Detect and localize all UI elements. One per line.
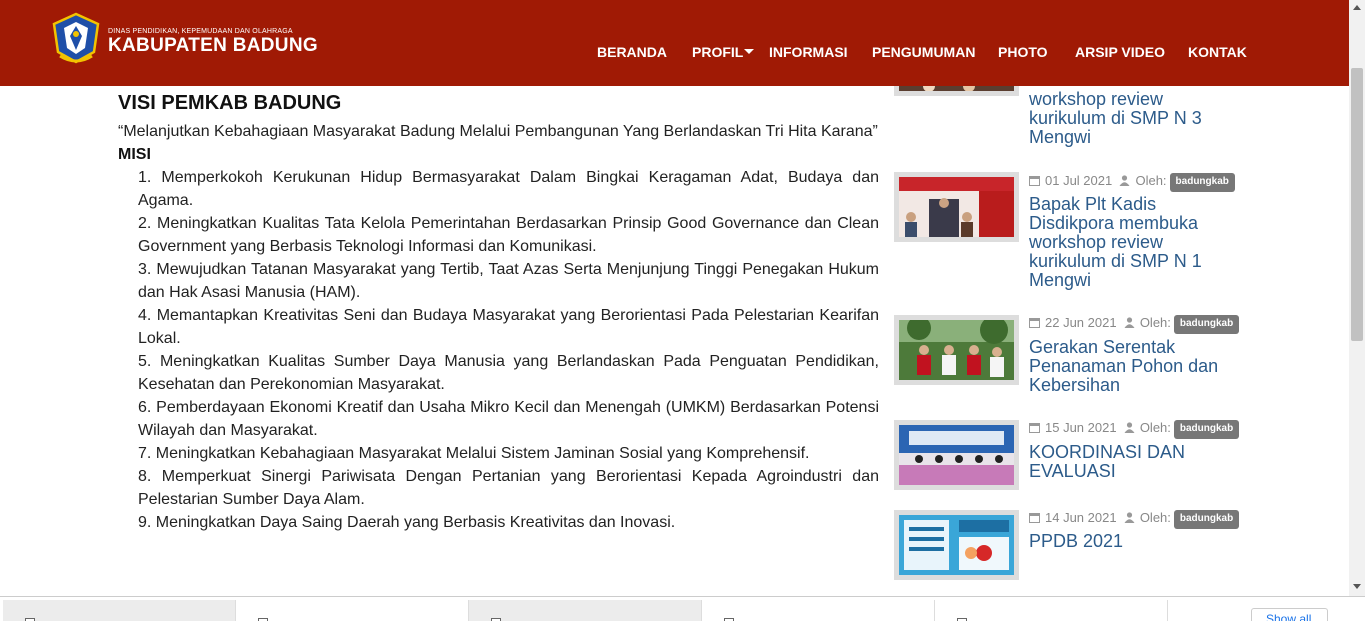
- user-icon: [1124, 317, 1135, 328]
- misi-item: 1. Memperkokoh Kerukunan Hidup Bermasyar…: [138, 169, 879, 209]
- author-badge[interactable]: badungkab: [1173, 315, 1240, 334]
- post-author-label: Oleh:: [1139, 510, 1171, 525]
- author-badge[interactable]: badungkab: [1173, 420, 1240, 439]
- post-meta: 15 Jun 2021 Oleh: badungkab: [1029, 420, 1240, 439]
- browser-viewport: DINAS PENDIDIKAN, KEPEMUDAAN DAN OLAHRAG…: [0, 0, 1365, 621]
- user-icon: [1119, 175, 1130, 186]
- misi-heading: MISI: [118, 146, 151, 163]
- misi-list: 1. Memperkokoh Kerukunan Hidup Bermasyar…: [118, 166, 879, 534]
- misi-item: 5. Meningkatkan Kualitas Sumber Daya Man…: [138, 353, 879, 393]
- download-item[interactable]: [702, 600, 935, 621]
- nav-item-beranda[interactable]: BERANDA: [597, 44, 667, 60]
- nav-item-informasi[interactable]: INFORMASI: [769, 44, 848, 60]
- calendar-icon: [1029, 318, 1040, 328]
- post-meta: 22 Jun 2021 Oleh: badungkab: [1029, 315, 1240, 334]
- post-title-link[interactable]: Gerakan Serentak Penanaman Pohon dan Keb…: [1029, 338, 1244, 395]
- vertical-scrollbar[interactable]: [1349, 0, 1365, 596]
- post-title-link[interactable]: KOORDINASI DAN EVALUASI: [1029, 443, 1244, 481]
- scroll-up-arrow-icon[interactable]: [1353, 5, 1361, 10]
- post-title-link[interactable]: PPDB 2021: [1029, 532, 1244, 551]
- calendar-icon: [1029, 176, 1040, 186]
- main-nav: BERANDA PROFIL INFORMASI PENGUMUMAN PHOT…: [0, 44, 1349, 60]
- post-author-label: Oleh:: [1139, 315, 1171, 330]
- brand-subtitle: DINAS PENDIDIKAN, KEPEMUDAAN DAN OLAHRAG…: [108, 28, 293, 35]
- nav-item-kontak[interactable]: KONTAK: [1188, 44, 1247, 60]
- calendar-icon: [1029, 513, 1040, 523]
- post-author-label: Oleh:: [1139, 420, 1171, 435]
- downloads-bar: Show all: [0, 596, 1365, 621]
- post-thumbnail[interactable]: [894, 420, 1019, 490]
- author-badge[interactable]: badungkab: [1169, 173, 1235, 192]
- misi-item: 8. Memperkuat Sinergi Pariwisata Dengan …: [138, 468, 879, 508]
- nav-item-pengumuman[interactable]: PENGUMUMAN: [872, 44, 975, 60]
- post-date: 22 Jun 2021: [1045, 315, 1117, 330]
- misi-item: 6. Pemberdayaan Ekonomi Kreatif dan Usah…: [138, 399, 879, 439]
- user-icon: [1124, 512, 1135, 523]
- post-date: 15 Jun 2021: [1045, 420, 1117, 435]
- post-thumbnail[interactable]: [894, 510, 1019, 580]
- post-date: 01 Jul 2021: [1045, 173, 1113, 188]
- post-thumbnail[interactable]: [894, 315, 1019, 385]
- nav-item-arsip-video[interactable]: ARSIP VIDEO: [1075, 44, 1165, 60]
- show-all-downloads-button[interactable]: Show all: [1251, 608, 1328, 621]
- visi-text: “Melanjutkan Kebahagiaan Masyarakat Badu…: [118, 123, 878, 140]
- nav-item-profil[interactable]: PROFIL: [692, 44, 743, 60]
- misi-item: 2. Meningkatkan Kualitas Tata Kelola Pem…: [138, 215, 879, 255]
- user-icon: [1124, 422, 1135, 433]
- download-item[interactable]: [3, 600, 236, 621]
- misi-item: 3. Mewujudkan Tatanan Masyarakat yang Te…: [138, 261, 879, 301]
- site-header: DINAS PENDIDIKAN, KEPEMUDAAN DAN OLAHRAG…: [0, 0, 1349, 86]
- download-item[interactable]: [236, 600, 469, 621]
- misi-item: 4. Memantapkan Kreativitas Seni dan Buda…: [138, 307, 879, 347]
- chevron-down-icon[interactable]: [744, 49, 754, 54]
- post-title-link[interactable]: workshop review kurikulum di SMP N 3 Men…: [1029, 90, 1244, 147]
- download-item[interactable]: [469, 600, 702, 621]
- nav-item-photo[interactable]: PHOTO: [998, 44, 1048, 60]
- misi-item: 7. Meningkatkan Kebahagiaan Masyarakat M…: [138, 445, 810, 462]
- author-badge[interactable]: badungkab: [1173, 510, 1240, 529]
- post-author-label: Oleh:: [1135, 173, 1167, 188]
- post-title-link[interactable]: Bapak Plt Kadis Disdikpora membuka works…: [1029, 195, 1244, 290]
- post-meta: 01 Jul 2021 Oleh: badungkab: [1029, 173, 1235, 192]
- scrollbar-thumb[interactable]: [1351, 68, 1363, 341]
- misi-item: 9. Meningkatkan Daya Saing Daerah yang B…: [138, 514, 676, 531]
- post-thumbnail[interactable]: [894, 172, 1019, 242]
- recent-posts-sidebar: workshop review kurikulum di SMP N 3 Men…: [894, 0, 1244, 590]
- article-content: VISI PEMKAB BADUNG “Melanjutkan Kebahagi…: [118, 90, 879, 534]
- visi-heading: VISI PEMKAB BADUNG: [118, 92, 342, 114]
- calendar-icon: [1029, 423, 1040, 433]
- post-meta: 14 Jun 2021 Oleh: badungkab: [1029, 510, 1240, 529]
- post-date: 14 Jun 2021: [1045, 510, 1117, 525]
- scroll-down-arrow-icon[interactable]: [1353, 584, 1361, 589]
- download-item[interactable]: [935, 600, 1168, 621]
